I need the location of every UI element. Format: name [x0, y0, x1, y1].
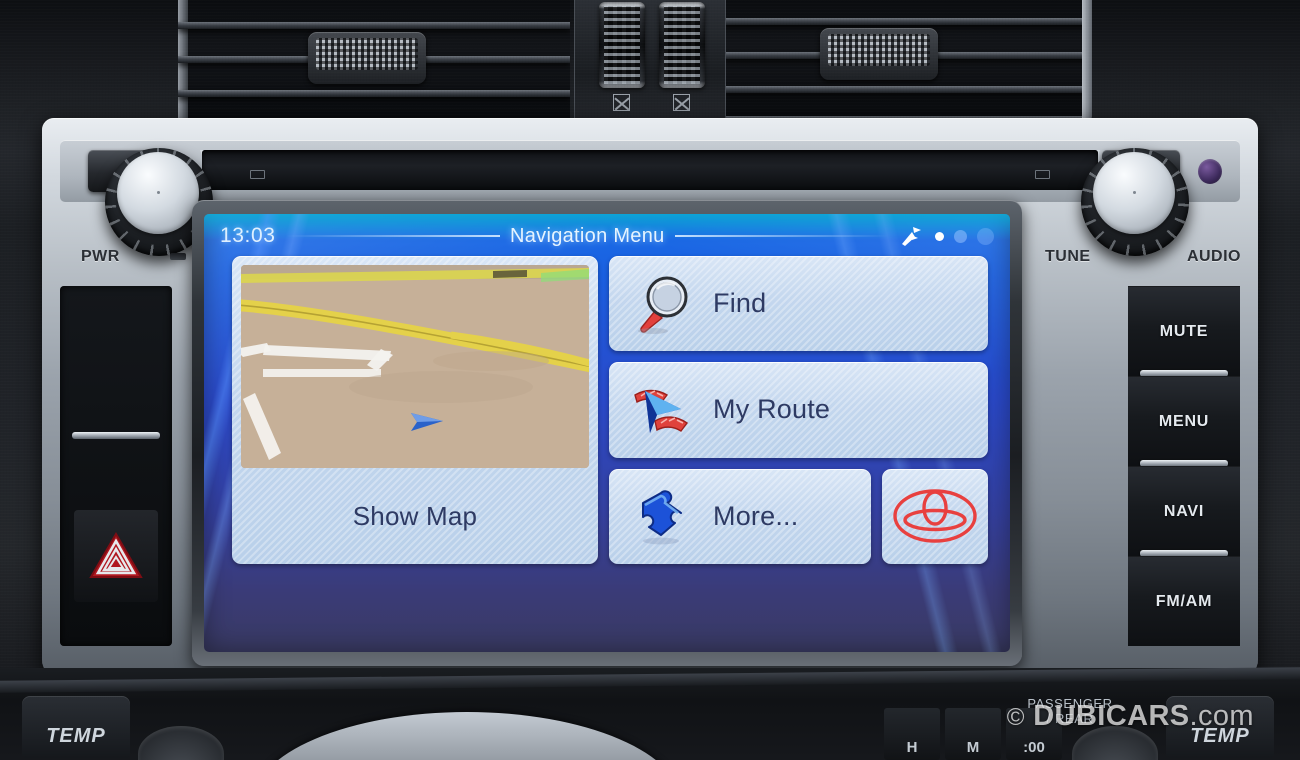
header-rule-right — [674, 235, 889, 237]
watermark: © DUBICARS.com — [1007, 700, 1254, 733]
hazard-triangle-icon — [89, 532, 143, 578]
my-route-label: My Route — [713, 394, 831, 425]
disc-indicator-right-icon — [1035, 170, 1050, 179]
microphone-icon — [170, 253, 186, 260]
vent-wheel-left[interactable] — [599, 2, 645, 88]
vent-slider-right[interactable] — [820, 28, 938, 80]
clock-display: 13:03 — [220, 224, 276, 247]
map-column: Show Map — [232, 256, 598, 564]
watermark-copyright: © — [1006, 704, 1025, 731]
cd-slot[interactable] — [202, 150, 1098, 190]
show-map-label: Show Map — [352, 500, 478, 531]
navi-button[interactable]: NAVI — [1128, 466, 1240, 556]
center-console-arc — [252, 712, 682, 760]
status-bar: 13:03 Navigation Menu — [204, 220, 1010, 252]
header-rule-left — [285, 235, 500, 237]
vent-wheel-right[interactable] — [659, 2, 705, 88]
side-button-column: MUTE MENU NAVI FM/AM — [1128, 286, 1240, 646]
left-side-panel — [60, 286, 172, 646]
page-title: Navigation Menu — [509, 224, 665, 247]
puzzle-piece-icon — [631, 483, 697, 549]
climate-trim-strip — [0, 667, 1300, 693]
watermark-tld: .com — [1189, 700, 1254, 732]
find-label: Find — [713, 288, 767, 319]
clock-hour-button[interactable]: H — [884, 708, 940, 760]
knob-label-audio: AUDIO — [1186, 248, 1241, 265]
menu-tiles: Show Map Find My Route More... — [232, 256, 988, 564]
screen-bezel: 13:03 Navigation Menu Show Map Find My R… — [192, 200, 1022, 666]
center-vent-controls[interactable] — [574, 0, 726, 126]
knob-label-pwr: PWR — [81, 248, 120, 265]
tune-audio-knob[interactable]: TUNE AUDIO — [1045, 136, 1240, 286]
gps-signal-dot-1 — [935, 231, 944, 241]
watermark-text: DUBICARS — [1033, 700, 1190, 732]
temp-button-left[interactable]: TEMP — [22, 696, 130, 758]
map-preview[interactable] — [241, 265, 589, 468]
hazard-lights-button[interactable] — [74, 510, 158, 602]
vent-closed-icon-right — [673, 94, 690, 111]
gps-signal-dot-3 — [977, 227, 994, 245]
toyota-logo-icon — [893, 489, 977, 544]
climate-dial-left[interactable] — [138, 726, 224, 760]
navigation-screen[interactable]: 13:03 Navigation Menu Show Map Find My R… — [204, 214, 1010, 652]
disc-indicator-left-icon — [250, 170, 265, 179]
vent-slider-left[interactable] — [308, 32, 426, 84]
gps-signal-dot-2 — [954, 229, 967, 243]
knob-label-tune: TUNE — [1045, 248, 1091, 265]
more-label: More... — [713, 500, 799, 531]
magnifier-icon — [631, 271, 697, 337]
vent-closed-icon-left — [613, 94, 630, 111]
toyota-brand-tile[interactable] — [882, 468, 988, 564]
fm-am-button[interactable]: FM/AM — [1128, 556, 1240, 646]
satellite-dish-icon — [899, 225, 925, 247]
route-arrow-icon — [631, 377, 697, 443]
mute-button[interactable]: MUTE — [1128, 286, 1240, 376]
menu-button[interactable]: MENU — [1128, 376, 1240, 466]
left-panel-chrome-strip — [72, 432, 160, 439]
my-route-tile[interactable]: My Route — [609, 362, 988, 458]
air-vent-left[interactable] — [178, 0, 570, 124]
find-tile[interactable]: Find — [609, 256, 988, 352]
show-map-tile[interactable]: Show Map — [232, 256, 598, 564]
head-unit: ▲ DVD PWR VOL TUNE AUDIO — [42, 118, 1258, 678]
menu-column: Find My Route More... — [609, 256, 988, 564]
bottom-tile-row: More... — [609, 468, 988, 564]
more-tile[interactable]: More... — [609, 468, 871, 564]
air-vent-right[interactable] — [724, 0, 1092, 120]
